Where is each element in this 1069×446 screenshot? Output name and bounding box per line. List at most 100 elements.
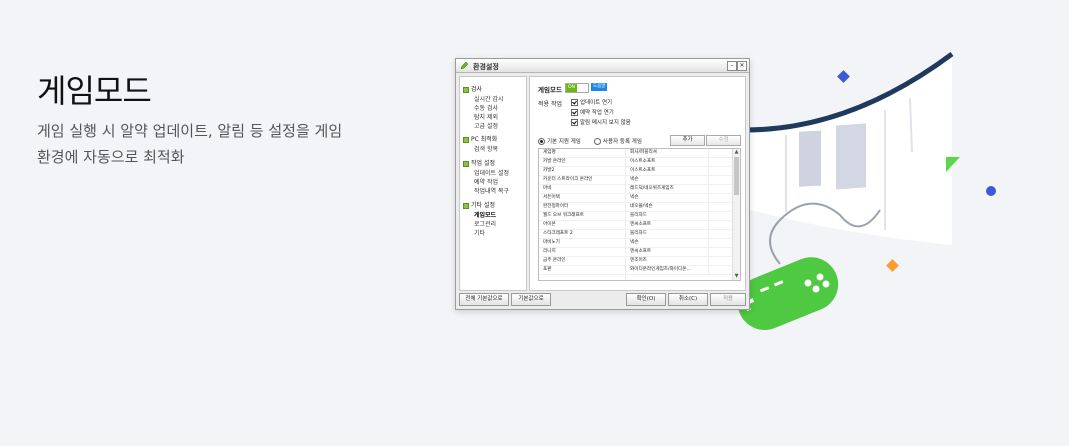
minimize-button[interactable]: –	[727, 61, 737, 71]
table-row[interactable]: 마비노기 넥슨	[539, 239, 733, 249]
tree-item-exclusion[interactable]: 탐지 제외	[474, 112, 498, 121]
checkbox-checked-icon	[571, 119, 578, 126]
tree-group-other[interactable]: 기타 설정	[463, 200, 495, 209]
blue-dot-shape	[986, 186, 996, 196]
window-titlebar[interactable]: 환경설정 – ✕	[456, 59, 749, 73]
tree-group-scan[interactable]: 검사	[463, 84, 482, 93]
window-title: 환경설정	[473, 63, 499, 71]
cell-publisher: 레드덕/네오위즈게임즈	[630, 186, 674, 191]
table-row[interactable]: 월드 오브 워크래프트 블리자드	[539, 212, 733, 222]
cell-game: 포판	[543, 267, 552, 272]
cell-game: 완전정파이터	[543, 204, 569, 209]
reset-button[interactable]: 기본값으로	[511, 293, 551, 306]
tree-item-search-items[interactable]: 검색 항목	[474, 144, 498, 153]
tree-item-log[interactable]: 로그관리	[474, 219, 496, 228]
page-description: 게임 실행 시 알약 업데이트, 알림 등 설정을 게임 환경에 자동으로 최적…	[37, 122, 343, 166]
cell-publisher: 블리자드	[630, 213, 647, 218]
cell-game: 스타크래프트 2	[543, 231, 573, 236]
scroll-down-icon[interactable]: ▼	[733, 273, 740, 280]
toggle-on-label: ON	[566, 84, 577, 92]
cell-publisher: 네오플/넥슨	[630, 204, 653, 209]
cell-publisher: 이스트소프트	[630, 159, 656, 164]
cell-publisher: 넥슨	[630, 177, 639, 182]
tree-item-gamemode[interactable]: 게임모드	[474, 210, 496, 219]
checkbox-checked-icon	[571, 109, 578, 116]
radio-default-games[interactable]: 기본 지원 게임	[538, 137, 581, 145]
tree-item-update[interactable]: 업데이트 설정	[474, 168, 509, 177]
tree-group-icon	[463, 160, 469, 167]
tree-item-realtime[interactable]: 실시간 감시	[474, 94, 504, 103]
checkbox-label: 업데이트 연기	[580, 100, 613, 106]
table-row[interactable]: 카발 온라인 이스트소프트	[539, 158, 733, 168]
ok-button[interactable]: 확인(O)	[626, 293, 666, 306]
table-row[interactable]: 카발2 이스트소프트	[539, 167, 733, 177]
table-row[interactable]: 완전정파이터 네오플/넥슨	[539, 203, 733, 213]
cell-publisher: 넥슨	[630, 195, 639, 200]
cancel-button[interactable]: 취소(C)	[668, 293, 708, 306]
table-row[interactable]: 서든어택 넥슨	[539, 194, 733, 204]
edit-button[interactable]: 수정	[706, 135, 741, 146]
tree-item-advanced[interactable]: 고급 설정	[474, 121, 498, 130]
defer-update-checkbox[interactable]: 업데이트 연기	[571, 98, 612, 106]
table-row[interactable]: 카운터 스트라이크 온라인 넥슨	[539, 176, 733, 186]
checkbox-label: 알림 메시지 보지 않음	[580, 120, 631, 126]
scroll-thumb[interactable]	[734, 157, 739, 195]
cell-publisher: 블리자드	[630, 231, 647, 236]
tree-group-label: 검사	[471, 86, 483, 93]
table-row[interactable]: 포판 와이디온라인게임즈/와이디온...	[539, 266, 733, 276]
table-row[interactable]: 금주 온라인 엔조이즈	[539, 257, 733, 267]
apply-tasks-label: 적용 작업	[538, 101, 562, 108]
radio-label: 사용자 등록 게임	[603, 139, 642, 145]
checkbox-checked-icon	[571, 99, 578, 106]
tree-item-etc[interactable]: 기타	[474, 228, 485, 237]
cell-publisher: 엔씨소프트	[630, 249, 652, 254]
cell-game: 마비	[543, 186, 552, 191]
page-title: 게임모드	[37, 72, 152, 110]
add-button[interactable]: 추가	[670, 135, 705, 146]
hide-alerts-checkbox[interactable]: 알림 메시지 보지 않음	[571, 118, 631, 126]
cell-game: 카운터 스트라이크 온라인	[543, 177, 593, 182]
cell-game: 리니지	[543, 249, 556, 254]
cell-game: 마비노기	[543, 240, 560, 245]
cell-publisher: 와이디온라인게임즈/와이디온...	[630, 267, 691, 272]
cell-game: 금주 온라인	[543, 258, 566, 263]
cell-game: 서든어택	[543, 195, 560, 200]
tree-group-icon	[463, 202, 469, 209]
tree-item-restore[interactable]: 작업내역 복구	[474, 186, 509, 195]
tree-group-task[interactable]: 작업 설정	[463, 158, 495, 167]
help-button[interactable]: 도움말	[591, 83, 608, 91]
pencil-icon	[460, 61, 469, 70]
cell-publisher: 이스트소프트	[630, 168, 656, 173]
scroll-up-icon[interactable]: ▲	[733, 149, 740, 156]
green-triangle-shape	[946, 157, 960, 172]
orange-diamond-shape	[886, 259, 899, 272]
table-row[interactable]: 아이온 엔씨소프트	[539, 221, 733, 231]
radio-user-games[interactable]: 사용자 등록 게임	[594, 137, 642, 145]
column-header-game: 게임명	[543, 150, 556, 155]
cell-publisher: 엔씨소프트	[630, 222, 652, 227]
cell-publisher: 넥슨	[630, 240, 639, 245]
cell-game: 아이온	[543, 222, 556, 227]
list-scrollbar[interactable]: ▲ ▼	[732, 149, 740, 280]
tree-group-pc-optimize[interactable]: PC 최적화	[463, 134, 497, 143]
tree-item-manual-scan[interactable]: 수동 검사	[474, 103, 498, 112]
close-button[interactable]: ✕	[737, 61, 747, 71]
radio-unselected-icon	[594, 138, 601, 145]
radio-label: 기본 지원 게임	[547, 139, 581, 145]
tree-item-schedule[interactable]: 예약 작업	[474, 177, 498, 186]
game-list[interactable]: 게임명 회사/퍼블리셔 카발 온라인 이스트소프트 카발2 이스트소프트 카운터 스트…	[538, 148, 741, 281]
blue-diamond-shape	[837, 70, 850, 83]
list-header: 게임명 회사/퍼블리셔	[539, 149, 733, 159]
gamemode-label: 게임모드	[538, 86, 562, 94]
gamemode-toggle[interactable]: ON	[565, 83, 589, 93]
apply-button[interactable]: 적용	[710, 293, 746, 306]
table-row[interactable]: 스타크래프트 2 블리자드	[539, 230, 733, 240]
gamemode-panel: 게임모드 ON 도움말 적용 작업 업데이트 연기 예약 작업 연기 알림 메시…	[529, 76, 746, 291]
cell-game: 카발2	[543, 168, 555, 173]
table-row[interactable]: 리니지 엔씨소프트	[539, 248, 733, 258]
defer-schedule-checkbox[interactable]: 예약 작업 연기	[571, 108, 614, 116]
reset-all-button[interactable]: 전체 기본값으로	[459, 293, 509, 306]
table-row[interactable]: 마비 레드덕/네오위즈게임즈	[539, 185, 733, 195]
tree-group-label: 작업 설정	[471, 160, 495, 167]
cell-publisher: 엔조이즈	[630, 258, 647, 263]
